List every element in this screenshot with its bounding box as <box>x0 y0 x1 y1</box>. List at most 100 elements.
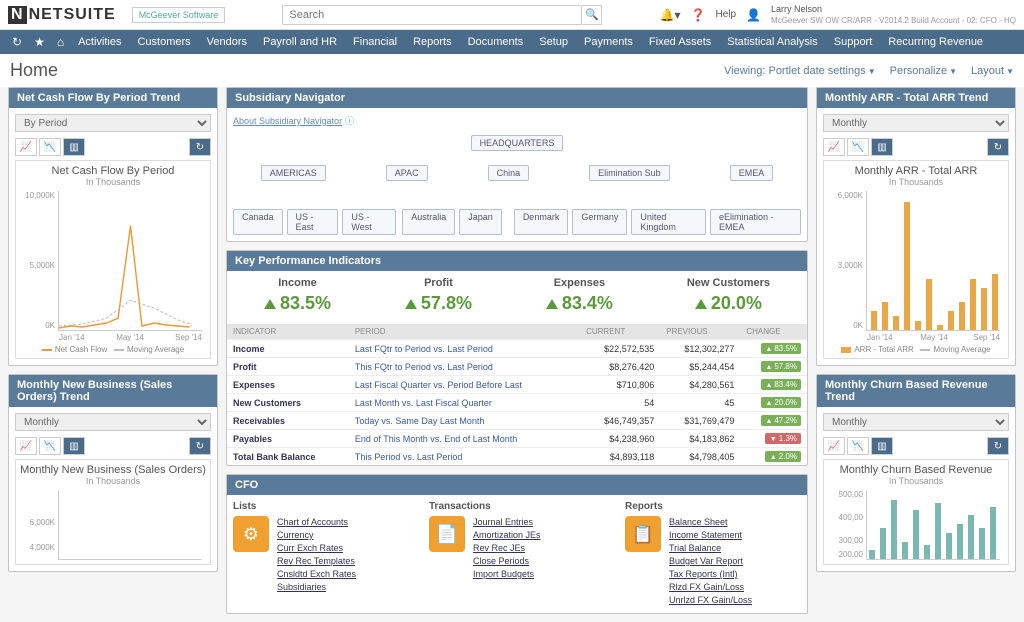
hier-node[interactable]: United Kingdom <box>631 209 706 235</box>
portlet-kpi: Key Performance Indicators Income83.5%Pr… <box>226 250 808 466</box>
nav-support[interactable]: Support <box>826 36 881 48</box>
hier-node[interactable]: Japan <box>459 209 502 235</box>
nav-statistical-analysis[interactable]: Statistical Analysis <box>719 36 825 48</box>
nav-customers[interactable]: Customers <box>129 36 198 48</box>
chart-area-icon[interactable]: 📉 <box>847 437 869 455</box>
cfo-link[interactable]: Close Periods <box>473 555 541 568</box>
table-row[interactable]: ExpensesLast Fiscal Quarter vs. Period B… <box>227 376 807 394</box>
hier-node[interactable]: US - East <box>287 209 339 235</box>
table-row[interactable]: ReceivablesToday vs. Same Day Last Month… <box>227 412 807 430</box>
table-row[interactable]: ProfitThis FQtr to Period vs. Last Perio… <box>227 358 807 376</box>
home-icon[interactable]: ⌂ <box>51 35 70 49</box>
period-select[interactable]: By Period <box>15 114 211 132</box>
cfo-link[interactable]: Chart of Accounts <box>277 516 356 529</box>
portlet-title: Net Cash Flow By Period Trend <box>9 88 217 108</box>
cfo-link[interactable]: Income Statement <box>669 529 752 542</box>
help-link[interactable]: Help <box>716 9 737 20</box>
chart-title: Monthly New Business (Sales Orders) <box>20 464 206 476</box>
chart-refresh-icon[interactable]: ↻ <box>987 138 1009 156</box>
cfo-link[interactable]: Unrlzd FX Gain/Loss <box>669 594 752 607</box>
portlet-title: Key Performance Indicators <box>227 251 807 271</box>
nav-setup[interactable]: Setup <box>531 36 576 48</box>
table-row[interactable]: New CustomersLast Month vs. Last Fiscal … <box>227 394 807 412</box>
chart-bar-icon[interactable]: ▥ <box>871 138 893 156</box>
viewing-link[interactable]: Viewing: Portlet date settings▼ <box>724 65 876 77</box>
history-icon[interactable]: ↻ <box>6 35 28 49</box>
nav-financial[interactable]: Financial <box>345 36 405 48</box>
help-icon[interactable]: ❓ <box>691 8 706 22</box>
hier-root[interactable]: HEADQUARTERS <box>471 135 564 151</box>
hier-node[interactable]: EMEA <box>730 165 774 181</box>
hier-node[interactable]: Australia <box>402 209 455 235</box>
net-cash-chart: 10,000K 5,000K 0K Jan '14 May '14 Sep '1… <box>58 191 202 331</box>
info-icon[interactable]: ⓘ <box>345 116 354 126</box>
table-row[interactable]: IncomeLast FQtr to Period vs. Last Perio… <box>227 340 807 358</box>
lists-icon: ⚙ <box>233 516 269 552</box>
cfo-link[interactable]: Tax Reports (Intl) <box>669 568 752 581</box>
search-input[interactable] <box>282 5 582 25</box>
chart-area-icon[interactable]: 📉 <box>39 138 61 156</box>
chart-refresh-icon[interactable]: ↻ <box>189 437 211 455</box>
chart-bar-icon[interactable]: ▥ <box>63 437 85 455</box>
cfo-link[interactable]: Subsidiaries <box>277 581 356 594</box>
chart-bar-icon[interactable]: ▥ <box>63 138 85 156</box>
notifications-icon[interactable]: 🔔▾ <box>660 8 681 22</box>
period-select[interactable]: Monthly <box>823 413 1009 431</box>
table-row[interactable]: Total Bank BalanceThis Period vs. Last P… <box>227 448 807 466</box>
star-icon[interactable]: ★ <box>28 35 51 49</box>
cfo-link[interactable]: Journal Entries <box>473 516 541 529</box>
nav-payments[interactable]: Payments <box>576 36 641 48</box>
nav-recurring-revenue[interactable]: Recurring Revenue <box>880 36 991 48</box>
nav-fixed-assets[interactable]: Fixed Assets <box>641 36 719 48</box>
hier-node[interactable]: eElimination - EMEA <box>710 209 801 235</box>
page-title: Home <box>10 60 58 81</box>
nav-reports[interactable]: Reports <box>405 36 460 48</box>
hier-node[interactable]: APAC <box>386 165 428 181</box>
chart-line-icon[interactable]: 📈 <box>15 138 37 156</box>
chart-bar-icon[interactable]: ▥ <box>871 437 893 455</box>
nav-activities[interactable]: Activities <box>70 36 129 48</box>
cfo-link[interactable]: Balance Sheet <box>669 516 752 529</box>
nav-vendors[interactable]: Vendors <box>199 36 255 48</box>
hier-node[interactable]: Canada <box>233 209 283 235</box>
chart-refresh-icon[interactable]: ↻ <box>987 437 1009 455</box>
chart-line-icon[interactable]: 📈 <box>823 138 845 156</box>
table-row[interactable]: PayablesEnd of This Month vs. End of Las… <box>227 430 807 448</box>
cfo-link[interactable]: Rev Rec JEs <box>473 542 541 555</box>
chart-subtitle: In Thousands <box>20 177 206 187</box>
cfo-link[interactable]: Rev Rec Templates <box>277 555 356 568</box>
logo: NNETSUITE <box>8 6 116 24</box>
hier-node[interactable]: China <box>488 165 530 181</box>
cfo-link[interactable]: Amortization JEs <box>473 529 541 542</box>
cfo-link[interactable]: Cnsldtd Exch Rates <box>277 568 356 581</box>
chart-line-icon[interactable]: 📈 <box>15 437 37 455</box>
nav-documents[interactable]: Documents <box>460 36 532 48</box>
user-name: Larry Nelson <box>771 4 1016 15</box>
layout-link[interactable]: Layout▼ <box>971 65 1014 77</box>
chart-area-icon[interactable]: 📉 <box>847 138 869 156</box>
chart-area-icon[interactable]: 📉 <box>39 437 61 455</box>
cfo-link[interactable]: Trial Balance <box>669 542 752 555</box>
hier-node[interactable]: AMERICAS <box>261 165 326 181</box>
cfo-link[interactable]: Import Budgets <box>473 568 541 581</box>
cfo-link[interactable]: Rlzd FX Gain/Loss <box>669 581 752 594</box>
hier-node[interactable]: Denmark <box>514 209 569 235</box>
search-icon[interactable]: 🔍 <box>582 5 602 25</box>
chart-line-icon[interactable]: 📈 <box>823 437 845 455</box>
user-block[interactable]: Larry Nelson McGeever SW OW CR/ARR - V20… <box>771 4 1016 26</box>
portlet-title: CFO <box>227 475 807 495</box>
user-icon[interactable]: 👤 <box>746 8 761 22</box>
cfo-link[interactable]: Budget Var Report <box>669 555 752 568</box>
nav-payroll-and-hr[interactable]: Payroll and HR <box>255 36 345 48</box>
hier-node[interactable]: US - West <box>342 209 396 235</box>
period-select[interactable]: Monthly <box>823 114 1009 132</box>
hier-node[interactable]: Germany <box>572 209 627 235</box>
cfo-head-reports: Reports <box>625 501 752 512</box>
hier-node[interactable]: Elimination Sub <box>589 165 670 181</box>
personalize-link[interactable]: Personalize▼ <box>890 65 957 77</box>
period-select[interactable]: Monthly <box>15 413 211 431</box>
cfo-link[interactable]: Curr Exch Rates <box>277 542 356 555</box>
chart-refresh-icon[interactable]: ↻ <box>189 138 211 156</box>
about-link[interactable]: About Subsidiary Navigator <box>233 116 342 126</box>
cfo-link[interactable]: Currency <box>277 529 356 542</box>
